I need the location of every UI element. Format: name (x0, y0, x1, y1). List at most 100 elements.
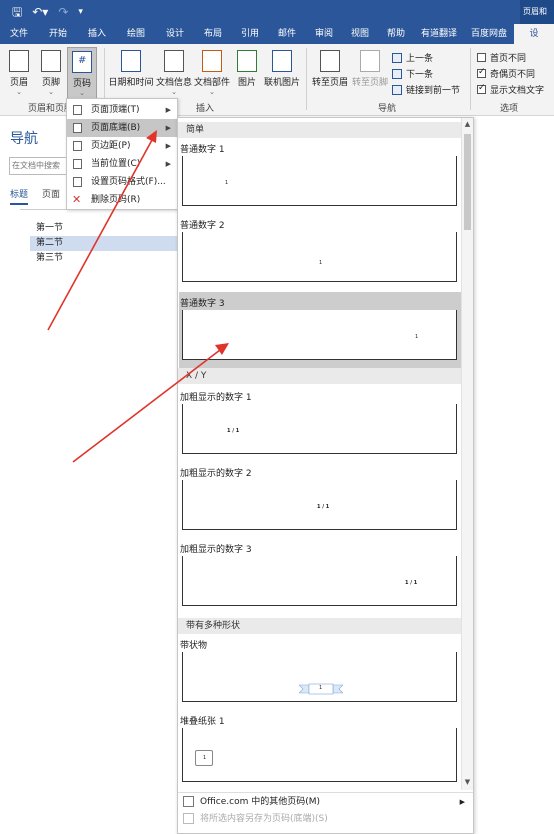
link-icon (392, 84, 402, 95)
tab-file[interactable]: 文件 (0, 24, 38, 44)
group-label-options: 选项 (500, 104, 519, 114)
menu-item-page-margins[interactable]: 页边距(P) ▶ (67, 137, 177, 155)
tab-layout[interactable]: 布局 (194, 24, 232, 44)
tab-draw[interactable]: 绘图 (116, 24, 156, 44)
gallery-item-bold-number-3[interactable]: 1 / 1 (182, 556, 457, 606)
gallery-item-label: 带状物 (180, 641, 208, 651)
link-to-previous-button[interactable]: 链接到前一节 (392, 83, 460, 96)
next-button[interactable]: 下一条 (392, 67, 433, 80)
footer-button[interactable]: 页脚 ⌄ (36, 50, 66, 96)
tab-youdao[interactable]: 有道翻译 (414, 24, 464, 44)
scroll-up-icon[interactable]: ▲ (462, 118, 473, 130)
tab-insert[interactable]: 插入 (78, 24, 116, 44)
chevron-down-icon: ⌄ (48, 88, 54, 96)
tab-view[interactable]: 视图 (342, 24, 378, 44)
tab-mailings[interactable]: 邮件 (268, 24, 306, 44)
menu-item-current-position[interactable]: 当前位置(C) ▶ (67, 155, 177, 173)
checkbox-icon (477, 53, 486, 62)
gallery-section-shapes: 带有多种形状 (178, 618, 462, 634)
tab-review[interactable]: 审阅 (306, 24, 342, 44)
nav-search-input[interactable]: 在文档中搜索 (9, 157, 73, 175)
divider (306, 48, 307, 110)
tab-home[interactable]: 开始 (38, 24, 78, 44)
scroll-thumb[interactable] (464, 134, 471, 230)
menu-item-format-page-numbers[interactable]: 设置页码格式(F)... (67, 173, 177, 191)
gallery-sample-number: 1 (225, 180, 229, 186)
picture-icon (237, 50, 257, 72)
picture-button[interactable]: 图片 (233, 50, 261, 88)
window-title: 页眉和 (520, 0, 554, 24)
current-position-icon (73, 159, 82, 169)
gallery-item-label: 普通数字 1 (180, 145, 225, 155)
docparts-button[interactable]: 文档部件 ⌄ (193, 50, 231, 96)
title-bar: 🖫 ↶▾ ↷ ▾ 页眉和 (0, 0, 554, 24)
nav-tab-pages[interactable]: 页面 (42, 187, 60, 205)
online-picture-button[interactable]: 联机图片 (262, 50, 302, 88)
format-icon (73, 177, 82, 187)
checkbox-checked-icon (477, 83, 486, 94)
first-page-different-checkbox[interactable]: 首页不同 (477, 51, 526, 64)
gallery-item-label: 加粗显示的数字 3 (180, 545, 252, 555)
customize-icon[interactable]: ▾ (78, 4, 83, 20)
scroll-down-icon[interactable]: ▼ (462, 776, 473, 788)
group-label-insert: 插入 (196, 104, 215, 114)
page-bottom-icon (73, 123, 82, 133)
gallery-item-plain-number-3[interactable]: 1 (182, 310, 457, 360)
page-top-icon (73, 105, 82, 115)
tab-design[interactable]: 设计 (156, 24, 194, 44)
gallery-item-ribbon[interactable]: 1 (182, 652, 457, 702)
page-number-button[interactable]: # 页码 ⌄ (67, 47, 97, 99)
docinfo-button[interactable]: 文档信息 ⌄ (155, 50, 193, 96)
goto-footer-button[interactable]: 转至页脚 (350, 50, 390, 88)
gallery-item-bold-number-1[interactable]: 1 / 1 (182, 404, 457, 454)
gallery-item-bold-number-2[interactable]: 1 / 1 (182, 480, 457, 530)
previous-button[interactable]: 上一条 (392, 51, 433, 64)
save-icon[interactable]: 🖫 (12, 4, 22, 20)
chevron-right-icon: ▶ (165, 106, 171, 114)
checkbox-checked-icon (477, 67, 486, 78)
document-parts-icon (202, 50, 222, 72)
nav-item[interactable]: 第二节 (30, 236, 178, 251)
office-com-icon (183, 796, 194, 807)
gallery-item-label: 普通数字 2 (180, 221, 225, 231)
gallery-item-label: 加粗显示的数字 2 (180, 469, 252, 479)
divider (470, 48, 471, 110)
menu-item-remove-page-numbers[interactable]: ✕ 删除页码(R) (67, 191, 177, 209)
gallery-section-simple: 简单 (178, 122, 462, 138)
tab-help[interactable]: 帮助 (378, 24, 414, 44)
gallery-sample-number: 1 (415, 334, 419, 340)
menu-item-bottom-of-page[interactable]: 页面底端(B) ▶ (67, 119, 177, 137)
quick-access-toolbar: 🖫 ↶▾ ↷ ▾ (12, 4, 83, 20)
gallery-item-plain-number-1[interactable]: 1 (182, 156, 457, 206)
menu-item-top-of-page[interactable]: 页面顶端(T) ▶ (67, 101, 177, 119)
undo-icon[interactable]: ↶▾ (32, 4, 48, 20)
gallery-item-stacked-paper-1[interactable]: 1 (182, 728, 457, 782)
nav-item[interactable]: 第一节 (30, 221, 178, 236)
gallery-item-label: 加粗显示的数字 1 (180, 393, 252, 403)
ribbon-tabs: 文件 开始 插入 绘图 设计 布局 引用 邮件 审阅 视图 帮助 有道翻译 百度… (0, 24, 554, 44)
odd-even-different-checkbox[interactable]: 奇偶页不同 (477, 67, 535, 80)
nav-tab-headings[interactable]: 标题 (10, 187, 29, 205)
gallery-sample-number: 1 / 1 (317, 504, 330, 510)
show-document-text-checkbox[interactable]: 显示文档文字 (477, 83, 544, 96)
chevron-down-icon: ⌄ (16, 88, 22, 96)
tab-header-footer-design[interactable]: 设 (514, 24, 554, 44)
chevron-right-icon: ▶ (165, 142, 171, 150)
page-number-gallery: 简单 普通数字 1 1 普通数字 2 1 普通数字 3 1 X / Y 加粗显示… (177, 117, 474, 834)
chevron-right-icon: ▶ (459, 798, 465, 806)
gallery-item-plain-number-2[interactable]: 1 (182, 232, 457, 282)
page-margin-icon (73, 141, 82, 151)
tab-references[interactable]: 引用 (232, 24, 268, 44)
chevron-right-icon: ▶ (165, 124, 171, 132)
nav-heading-root (20, 209, 178, 217)
gallery-sample-number: 1 / 1 (405, 580, 418, 586)
goto-footer-icon (360, 50, 380, 72)
gallery-scrollbar[interactable]: ▲ ▼ (461, 118, 473, 790)
tab-baidu[interactable]: 百度网盘 (464, 24, 514, 44)
goto-header-button[interactable]: 转至页眉 (310, 50, 350, 88)
datetime-button[interactable]: 日期和时间 (108, 50, 154, 88)
nav-item[interactable]: 第三节 (30, 251, 178, 266)
redo-icon[interactable]: ↷ (58, 4, 68, 20)
header-button[interactable]: 页眉 ⌄ (4, 50, 34, 96)
more-page-numbers-office-item[interactable]: Office.com 中的其他页码(M) ▶ (178, 792, 473, 810)
